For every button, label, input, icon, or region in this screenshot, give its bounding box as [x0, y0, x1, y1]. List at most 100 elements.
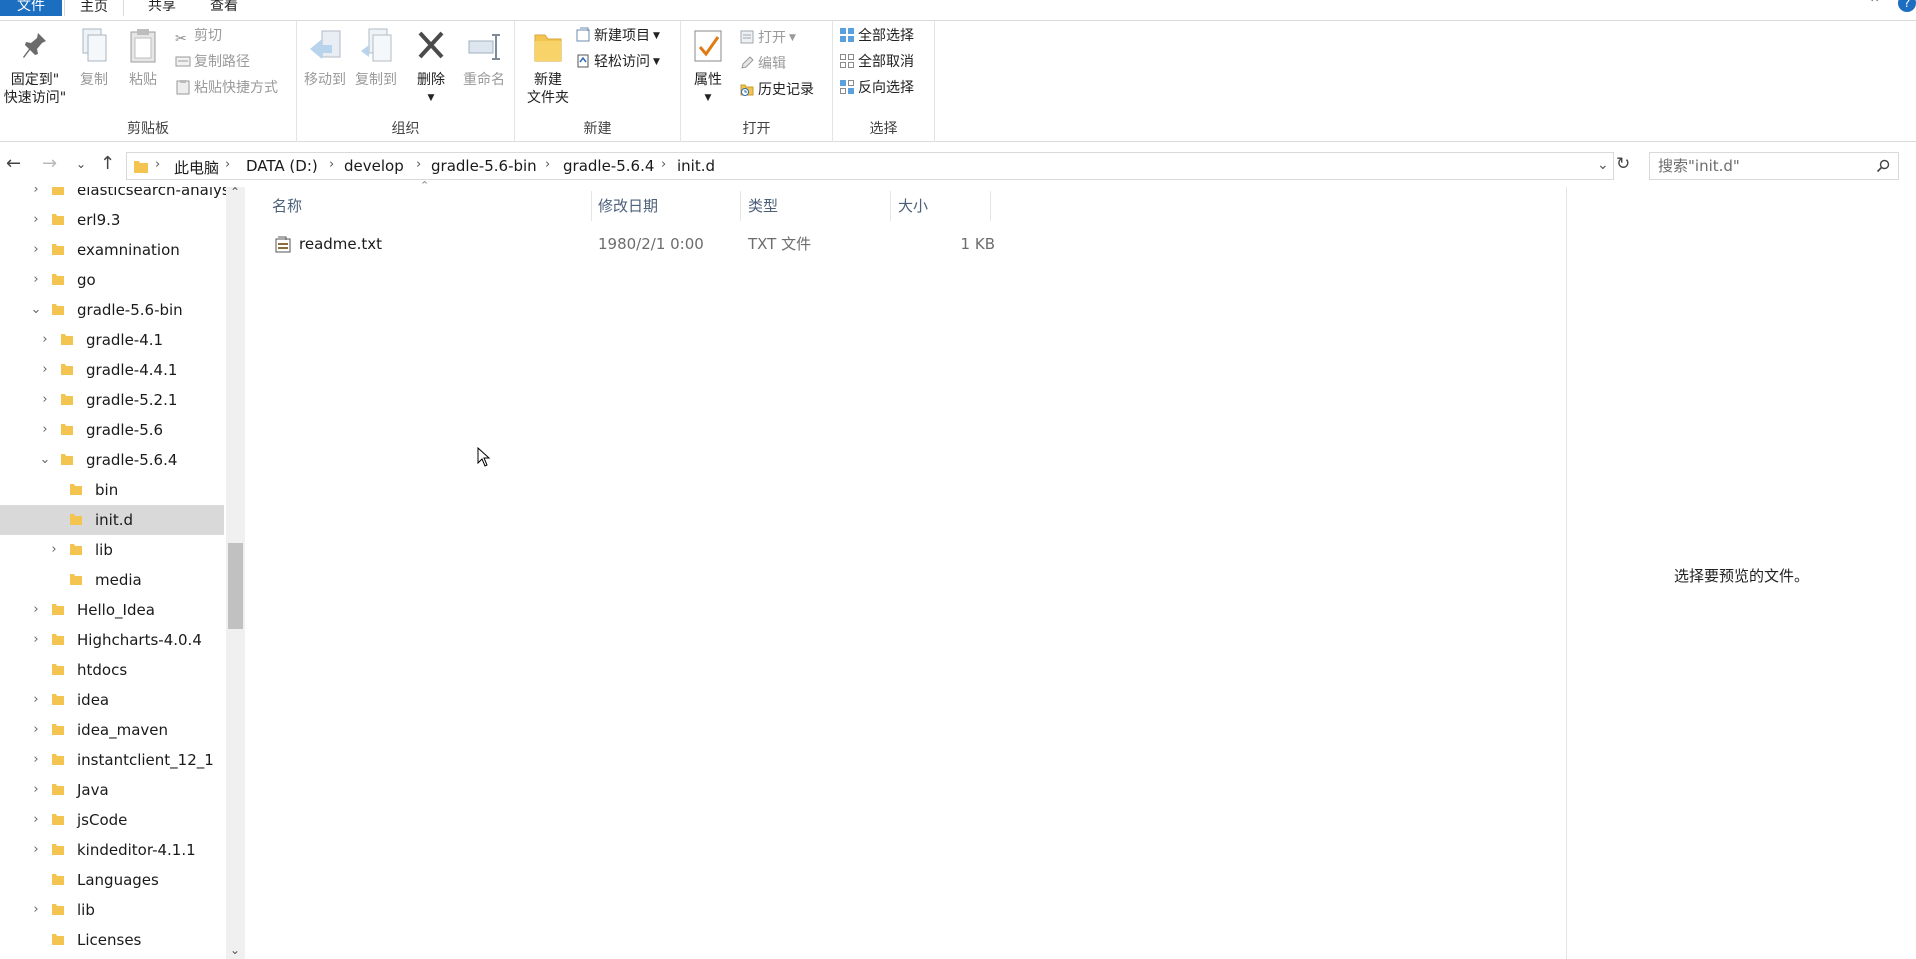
tree-item[interactable]: › go — [0, 265, 224, 295]
new-folder-button[interactable]: 新建 文件夹 — [523, 27, 573, 107]
expand-chevron-icon[interactable]: › — [38, 385, 52, 415]
expand-chevron-icon[interactable]: › — [29, 895, 43, 925]
tree-item[interactable]: › examnination — [0, 235, 224, 265]
tree-item[interactable]: › lib — [0, 535, 224, 565]
history-button[interactable]: 历史记录 — [739, 81, 814, 99]
copy-to-button[interactable]: 复制到 — [352, 27, 400, 89]
breadcrumb-this-pc[interactable]: 此电脑 — [174, 157, 219, 178]
breadcrumb-current[interactable]: init.d — [677, 157, 715, 175]
tree-item[interactable]: › gradle-5.2.1 — [0, 385, 224, 415]
tree-item[interactable]: › lib — [0, 895, 224, 925]
expand-chevron-icon[interactable]: › — [29, 715, 43, 745]
breadcrumb-separator[interactable]: › — [329, 157, 334, 172]
paste-shortcut-button[interactable]: 粘贴快捷方式 — [175, 79, 278, 97]
cut-button[interactable]: ✂ 剪切 — [175, 27, 222, 47]
up-icon[interactable]: ↑ — [100, 153, 115, 174]
tab-file[interactable]: 文件 — [0, 0, 62, 16]
pin-quick-access-button[interactable]: 固定到" 快速访问" — [2, 27, 68, 107]
delete-button[interactable]: 删除 ▼ — [411, 27, 451, 107]
column-header-modified[interactable]: 修改日期 — [598, 195, 658, 216]
invert-selection-button[interactable]: 反向选择 — [839, 79, 914, 97]
expand-chevron-icon[interactable]: › — [29, 595, 43, 625]
back-icon[interactable]: ← — [6, 153, 21, 174]
tree-item[interactable]: › Highcharts-4.0.4 — [0, 625, 224, 655]
easy-access-button[interactable]: 轻松访问 ▼ — [575, 53, 660, 71]
expand-chevron-icon[interactable]: › — [29, 625, 43, 655]
tree-item[interactable]: › idea_maven — [0, 715, 224, 745]
tab-share[interactable]: 共享 — [138, 0, 186, 16]
tree-item[interactable]: › gradle-5.6 — [0, 415, 224, 445]
column-header-size[interactable]: 大小 — [898, 195, 928, 216]
move-to-button[interactable]: 移动到 — [301, 27, 349, 89]
forward-icon[interactable]: → — [42, 153, 57, 174]
collapse-chevron-icon[interactable]: ⌄ — [29, 295, 43, 325]
expand-chevron-icon[interactable]: › — [47, 535, 61, 565]
search-icon[interactable] — [1876, 159, 1890, 173]
tree-item[interactable]: Languages — [0, 865, 224, 895]
expand-chevron-icon[interactable]: › — [29, 745, 43, 775]
tree-item[interactable]: › idea — [0, 685, 224, 715]
refresh-icon[interactable]: ↻ — [1616, 154, 1630, 174]
expand-chevron-icon[interactable]: › — [29, 205, 43, 235]
tree-item[interactable]: › elasticsearch-analysi — [0, 187, 226, 205]
column-divider[interactable] — [591, 191, 592, 221]
breadcrumb-separator[interactable]: › — [545, 157, 550, 172]
breadcrumb-develop[interactable]: develop — [344, 157, 404, 175]
rename-button[interactable]: 重命名 — [457, 27, 511, 89]
expand-chevron-icon[interactable]: › — [29, 235, 43, 265]
tree-item[interactable]: bin — [0, 475, 224, 505]
copy-button[interactable]: 复制 — [74, 27, 114, 89]
expand-chevron-icon[interactable]: › — [38, 415, 52, 445]
paste-button[interactable]: 粘贴 — [123, 27, 163, 89]
breadcrumb-separator[interactable]: › — [225, 157, 230, 172]
file-row[interactable]: readme.txt 1980/2/1 0:00 TXT 文件 1 KB — [265, 229, 1010, 259]
expand-chevron-icon[interactable]: › — [29, 265, 43, 295]
address-bar[interactable]: › 此电脑 › DATA (D:) › develop › gradle-5.6… — [126, 152, 1614, 180]
tree-item[interactable]: htdocs — [0, 655, 224, 685]
properties-dropdown-icon[interactable]: ▼ — [687, 89, 729, 107]
tree-scrollbar-thumb[interactable] — [228, 543, 243, 629]
expand-chevron-icon[interactable]: › — [29, 835, 43, 865]
select-all-button[interactable]: 全部选择 — [839, 27, 914, 45]
properties-button[interactable]: 属性 ▼ — [687, 27, 729, 107]
expand-chevron-icon[interactable]: › — [29, 805, 43, 835]
expand-chevron-icon[interactable]: › — [38, 355, 52, 385]
tree-item[interactable]: media — [0, 565, 224, 595]
tree-item[interactable]: init.d — [0, 505, 224, 535]
edit-button[interactable]: 编辑 — [739, 55, 786, 73]
help-icon[interactable]: ? — [1898, 0, 1916, 12]
column-divider[interactable] — [740, 191, 741, 221]
breadcrumb-drive[interactable]: DATA (D:) — [246, 157, 318, 175]
tree-item[interactable]: › kindeditor-4.1.1 — [0, 835, 224, 865]
select-none-button[interactable]: 全部取消 — [839, 53, 914, 71]
column-header-type[interactable]: 类型 — [748, 195, 778, 216]
tree-item[interactable]: › instantclient_12_1 — [0, 745, 224, 775]
search-input[interactable] — [1658, 157, 1868, 175]
tree-item[interactable]: › Hello_Idea — [0, 595, 224, 625]
column-divider[interactable] — [890, 191, 891, 221]
expand-chevron-icon[interactable]: › — [38, 325, 52, 355]
expand-chevron-icon[interactable]: › — [29, 187, 43, 205]
tree-item[interactable]: ⌄ gradle-5.6-bin — [0, 295, 224, 325]
collapse-ribbon-icon[interactable]: ⌃ — [1868, 0, 1881, 13]
tree-item[interactable]: › gradle-4.4.1 — [0, 355, 224, 385]
breadcrumb-gradle-bin[interactable]: gradle-5.6-bin — [431, 157, 537, 175]
tree-item[interactable]: › jsCode — [0, 805, 224, 835]
expand-chevron-icon[interactable]: › — [29, 775, 43, 805]
recent-icon[interactable]: ⌄ — [76, 157, 86, 171]
tree-item[interactable]: ⌄ gradle-5.6.4 — [0, 445, 224, 475]
open-button[interactable]: 打开 ▼ — [739, 29, 796, 47]
column-header-name[interactable]: 名称 — [272, 195, 302, 216]
delete-dropdown-icon[interactable]: ▼ — [411, 89, 451, 107]
address-dropdown-icon[interactable]: ⌄ — [1597, 157, 1609, 173]
breadcrumb-separator[interactable]: › — [661, 157, 666, 172]
scroll-up-icon[interactable]: ⌃ — [230, 185, 240, 199]
search-box[interactable] — [1649, 152, 1899, 180]
scroll-down-icon[interactable]: ⌄ — [230, 943, 240, 957]
new-item-button[interactable]: 新建项目 ▼ — [575, 27, 660, 45]
copy-path-button[interactable]: 复制路径 — [175, 53, 250, 71]
breadcrumb-separator[interactable]: › — [155, 157, 160, 172]
tree-item[interactable]: Licenses — [0, 925, 224, 955]
tree-item[interactable]: › erl9.3 — [0, 205, 224, 235]
tree-item[interactable]: › Java — [0, 775, 224, 805]
